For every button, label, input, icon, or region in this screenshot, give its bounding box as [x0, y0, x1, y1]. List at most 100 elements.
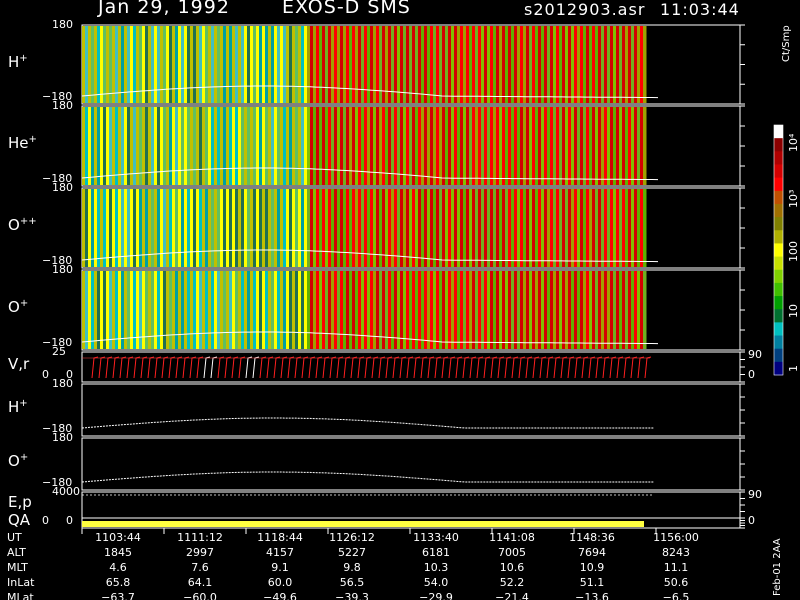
spectrogram-column [568, 189, 572, 267]
spectrogram-column [106, 271, 110, 349]
spectrogram-column [181, 189, 185, 267]
right-tick-bottom: 0 [748, 514, 755, 527]
panel-label: E,p [8, 493, 32, 511]
spectrogram-column [433, 107, 437, 185]
colorbar-cell [774, 230, 783, 244]
spectrogram-column [544, 107, 548, 185]
spectrogram-column [331, 271, 335, 349]
velocity-mark [462, 356, 470, 379]
spectrogram-column [337, 26, 341, 103]
spectrogram-column [295, 271, 299, 349]
spectrogram-column [166, 189, 170, 267]
velocity-mark [483, 356, 491, 379]
spectrogram-column [538, 26, 542, 103]
spectrogram-column [361, 271, 365, 349]
spectrogram-column [193, 107, 197, 185]
spectrogram-column [625, 26, 629, 103]
spectrogram-column [514, 26, 518, 103]
spectrogram-column [430, 271, 434, 349]
panel-label-text: H [8, 52, 20, 71]
spectrogram-column [397, 107, 401, 185]
velocity-mark [308, 356, 316, 379]
spectrogram-column [319, 271, 323, 349]
spectrogram-column [427, 189, 431, 267]
spectrogram-column [334, 189, 338, 267]
spectrogram-column [202, 271, 206, 349]
spectrogram-column [223, 189, 227, 267]
velocity-mark [567, 356, 575, 379]
spectrogram-column [577, 189, 581, 267]
spectrogram-column [637, 271, 641, 349]
spectrogram-column [244, 189, 248, 267]
spectrogram-column [355, 271, 359, 349]
spectrogram-column [121, 189, 125, 267]
y-tick-top: 180 [52, 377, 73, 390]
spectrogram-column [532, 26, 536, 103]
spectrogram-column [121, 107, 125, 185]
spectrogram-column [346, 271, 350, 349]
spectrogram-column [628, 271, 632, 349]
spectrogram-column [436, 189, 440, 267]
spectrogram-column [97, 26, 101, 103]
spectrogram-column [268, 189, 272, 267]
spectrogram-column [259, 189, 263, 267]
spectrogram-column [433, 189, 437, 267]
spectrogram-column [157, 107, 161, 185]
spectrogram-column [199, 189, 203, 267]
spectrogram-column [370, 271, 374, 349]
spectrogram-column [487, 271, 491, 349]
spectrogram-column [604, 189, 608, 267]
spectrogram-column [586, 271, 590, 349]
spectrogram-column [283, 189, 287, 267]
spectrogram-column [490, 189, 494, 267]
spectrogram-column [286, 107, 290, 185]
velocity-mark [322, 356, 330, 379]
velocity-mark [182, 356, 190, 379]
spectrogram-column [457, 189, 461, 267]
spectrogram-column [205, 189, 209, 267]
spectrogram-column [556, 26, 560, 103]
spectrogram-column [352, 189, 356, 267]
spectrogram-column [508, 189, 512, 267]
spectrogram-column [334, 26, 338, 103]
spectrogram-column [274, 271, 278, 349]
spectrogram-column [409, 189, 413, 267]
spectrogram-column [247, 107, 251, 185]
spectrogram-column [160, 189, 164, 267]
time-row-value: 9.1 [271, 561, 289, 574]
spectrogram-column [451, 189, 455, 267]
spectrogram-column [574, 26, 578, 103]
spectrogram-column [145, 271, 149, 349]
velocity-mark [637, 356, 645, 379]
plot-instrument: EXOS-D SMS [282, 0, 411, 18]
spectrogram-column [118, 271, 122, 349]
spectrogram-column [406, 26, 410, 103]
colorbar-cell [774, 151, 783, 165]
spectrogram-plot-area [81, 24, 784, 534]
spectrogram-column [268, 26, 272, 103]
spectrogram-column [169, 189, 173, 267]
spectrogram-column [262, 189, 266, 267]
spectrogram-column [499, 189, 503, 267]
spectrogram-column [352, 107, 356, 185]
velocity-mark [147, 356, 155, 379]
spectrogram-column [430, 26, 434, 103]
spectrogram-column [310, 271, 314, 349]
panel-label-sup: + [19, 398, 28, 409]
spectrogram-column [454, 26, 458, 103]
spectrogram-column [544, 271, 548, 349]
spectrogram-column [268, 107, 272, 185]
spectrogram-column [94, 107, 98, 185]
spectrogram-column [454, 107, 458, 185]
velocity-mark [161, 356, 169, 379]
spectrogram-column [124, 107, 128, 185]
velocity-mark [434, 356, 442, 379]
spectrogram-column [247, 271, 251, 349]
spectrogram-column [151, 26, 155, 103]
spectrogram-column [481, 107, 485, 185]
spectrogram-column [583, 26, 587, 103]
spectrogram-column [301, 271, 305, 349]
spectrogram-column [175, 26, 179, 103]
spectrogram-column [322, 271, 326, 349]
time-row-value: 4.6 [109, 561, 127, 574]
